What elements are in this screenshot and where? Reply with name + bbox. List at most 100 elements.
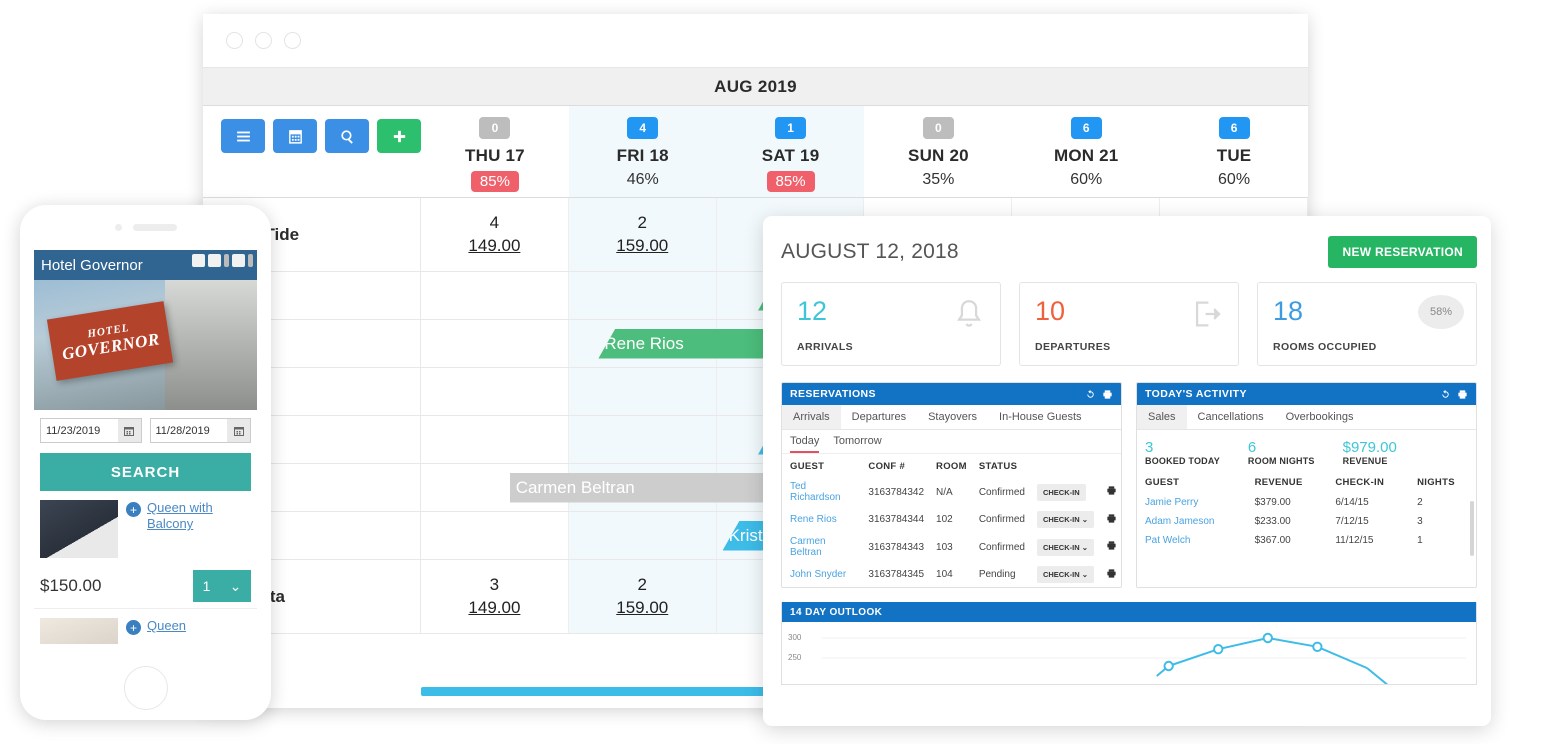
check-in-button[interactable]: CHECK-IN bbox=[1036, 483, 1086, 501]
column-header: ROOM bbox=[936, 461, 967, 472]
guest-name-link[interactable]: Adam Jameson bbox=[1137, 512, 1247, 531]
calendar-day-column[interactable]: 6 MON 21 60% bbox=[1012, 106, 1160, 197]
window-minimize-dot[interactable] bbox=[255, 32, 272, 49]
calendar-cell[interactable] bbox=[421, 368, 569, 415]
calendar-day-column[interactable]: 0 SUN 20 35% bbox=[864, 106, 1012, 197]
overflow-icon[interactable] bbox=[248, 254, 253, 267]
expand-icon[interactable]: + bbox=[126, 502, 141, 517]
room-list-item[interactable]: + Queen bbox=[34, 609, 257, 644]
calendar-cell[interactable] bbox=[421, 272, 569, 319]
guest-name-link[interactable]: Ted Richardson bbox=[782, 477, 860, 507]
rate-value[interactable]: 159.00 bbox=[616, 236, 668, 256]
tab-in-house-guests[interactable]: In-House Guests bbox=[988, 405, 1093, 429]
print-row-button[interactable] bbox=[1098, 562, 1121, 587]
table-row[interactable]: Ted Richardson 3163784342 N/A Confirmed CHEC… bbox=[782, 477, 1121, 507]
calendar-cell[interactable] bbox=[568, 368, 717, 415]
subtab-tomorrow[interactable]: Tomorrow bbox=[833, 435, 881, 453]
checkin-calendar-icon[interactable] bbox=[117, 419, 141, 442]
rate-value[interactable]: 149.00 bbox=[468, 236, 520, 256]
print-icon[interactable] bbox=[1102, 389, 1113, 400]
calendar-cell[interactable]: 2 159.00 bbox=[568, 560, 717, 633]
phone-home-button[interactable] bbox=[123, 666, 168, 710]
calendar-button[interactable] bbox=[273, 119, 317, 153]
print-row-button[interactable] bbox=[1098, 477, 1121, 507]
kpi-card-arrivals[interactable]: 12 ARRIVALS bbox=[781, 282, 1001, 366]
calendar-cell[interactable]: 3 149.00 bbox=[421, 560, 569, 633]
checkout-calendar-icon[interactable] bbox=[227, 419, 250, 442]
window-close-dot[interactable] bbox=[226, 32, 243, 49]
search-button[interactable]: SEARCH bbox=[40, 453, 251, 491]
checkout-date-field[interactable]: 11/28/2019 bbox=[149, 418, 251, 443]
kpi-card-rooms-occupied[interactable]: 18 ROOMS OCCUPIED 58% bbox=[1257, 282, 1477, 366]
room-list-item[interactable]: + Queen with Balcony $150.00 1 ⌄ bbox=[34, 491, 257, 609]
add-button[interactable] bbox=[377, 119, 421, 153]
guest-name-link[interactable]: John Snyder bbox=[782, 562, 860, 587]
search-button[interactable] bbox=[325, 119, 369, 153]
guest-name-link[interactable]: Jamie Perry bbox=[1137, 493, 1247, 512]
expand-icon[interactable]: + bbox=[126, 620, 141, 635]
menu-dots-icon[interactable] bbox=[224, 254, 229, 267]
calendar-cell[interactable] bbox=[421, 416, 569, 463]
rate-value[interactable]: 149.00 bbox=[468, 598, 520, 618]
check-in-button[interactable]: CHECK-IN ⌄ bbox=[1036, 538, 1094, 556]
window-maximize-dot[interactable] bbox=[284, 32, 301, 49]
calendar-cell[interactable]: 2 159.00 bbox=[568, 198, 717, 271]
tab-overbookings[interactable]: Overbookings bbox=[1275, 405, 1365, 429]
phone-speaker bbox=[132, 224, 177, 231]
print-icon[interactable] bbox=[1457, 389, 1468, 400]
calendar-cell[interactable] bbox=[421, 512, 569, 559]
refresh-icon[interactable] bbox=[1440, 389, 1451, 400]
calendar-cell[interactable]: 4 149.00 bbox=[421, 198, 569, 271]
room-footer: $150.00 1 ⌄ bbox=[40, 570, 251, 602]
chevron-down-icon: ⌄ bbox=[229, 577, 242, 594]
calendar-cell[interactable] bbox=[568, 416, 717, 463]
plus-icon bbox=[393, 130, 405, 142]
availability-count: 3 bbox=[489, 575, 500, 594]
menu-button[interactable] bbox=[221, 119, 265, 153]
guest-name-link[interactable]: Rene Rios bbox=[782, 507, 860, 532]
table-row[interactable]: Pat Welch $367.00 11/12/15 1 bbox=[1137, 531, 1476, 550]
room-quantity-select[interactable]: 1 ⌄ bbox=[193, 570, 251, 602]
revenue-value: $367.00 bbox=[1254, 535, 1291, 546]
guest-name-link[interactable]: Carmen Beltran bbox=[782, 532, 860, 562]
check-in-button[interactable]: CHECK-IN ⌄ bbox=[1036, 511, 1094, 528]
rate-value[interactable]: 159.00 bbox=[616, 598, 668, 618]
tab-stayovers[interactable]: Stayovers bbox=[917, 405, 988, 429]
print-row-button[interactable] bbox=[1098, 507, 1121, 532]
table-row[interactable]: Rene Rios 3163784344 102 Confirmed CHECK-IN … bbox=[782, 507, 1121, 532]
tab-arrivals[interactable]: Arrivals bbox=[782, 405, 841, 429]
calendar-day-column[interactable]: 1 SAT 19 85% bbox=[716, 106, 865, 197]
tab-sales[interactable]: Sales bbox=[1137, 405, 1187, 429]
guest-name-link[interactable]: Pat Welch bbox=[1137, 531, 1247, 550]
refresh-icon[interactable] bbox=[1085, 389, 1096, 400]
reservations-panel-header: RESERVATIONS bbox=[782, 383, 1121, 405]
print-row-button[interactable] bbox=[1098, 532, 1121, 562]
check-in-button[interactable]: CHECK-IN ⌄ bbox=[1036, 566, 1094, 583]
print-icon bbox=[1107, 568, 1116, 578]
new-reservation-button[interactable]: NEW RESERVATION bbox=[1328, 236, 1477, 268]
table-row[interactable]: Jamie Perry $379.00 6/14/15 2 bbox=[1137, 493, 1476, 512]
checkin-date-field[interactable]: 11/23/2019 bbox=[40, 418, 142, 443]
outlook-chart: 300 250 bbox=[782, 622, 1476, 684]
status-text: Confirmed bbox=[978, 514, 1025, 525]
calendar-cell[interactable] bbox=[421, 320, 569, 367]
room-name-link[interactable]: Queen bbox=[147, 618, 186, 634]
subtab-today[interactable]: Today bbox=[790, 435, 820, 453]
calendar-cell[interactable] bbox=[568, 272, 717, 319]
reservations-table: GUEST CONF # ROOM STATUS Ted Richardson 3163… bbox=[782, 454, 1121, 587]
activity-scrollbar[interactable] bbox=[1470, 501, 1474, 556]
calendar-day-column[interactable]: 4 FRI 18 46% bbox=[568, 106, 717, 197]
occupancy-percent: 85% bbox=[470, 171, 519, 192]
hotel-sign: HOTEL GOVERNOR bbox=[46, 301, 174, 381]
phone-status-icons bbox=[192, 254, 253, 267]
calendar-cell[interactable] bbox=[568, 512, 717, 559]
table-row[interactable]: Carmen Beltran 3163784343 103 Confirmed CHEC… bbox=[782, 532, 1121, 562]
table-row[interactable]: John Snyder 3163784345 104 Pending CHECK-IN … bbox=[782, 562, 1121, 587]
tab-cancellations[interactable]: Cancellations bbox=[1187, 405, 1275, 429]
calendar-day-column[interactable]: 6 TUE 60% bbox=[1160, 106, 1308, 197]
tab-departures[interactable]: Departures bbox=[841, 405, 917, 429]
kpi-card-departures[interactable]: 10 DEPARTURES bbox=[1019, 282, 1239, 366]
calendar-day-column[interactable]: 0 THU 17 85% bbox=[421, 106, 569, 197]
room-name-link[interactable]: Queen with Balcony bbox=[147, 500, 251, 533]
table-row[interactable]: Adam Jameson $233.00 7/12/15 3 bbox=[1137, 512, 1476, 531]
